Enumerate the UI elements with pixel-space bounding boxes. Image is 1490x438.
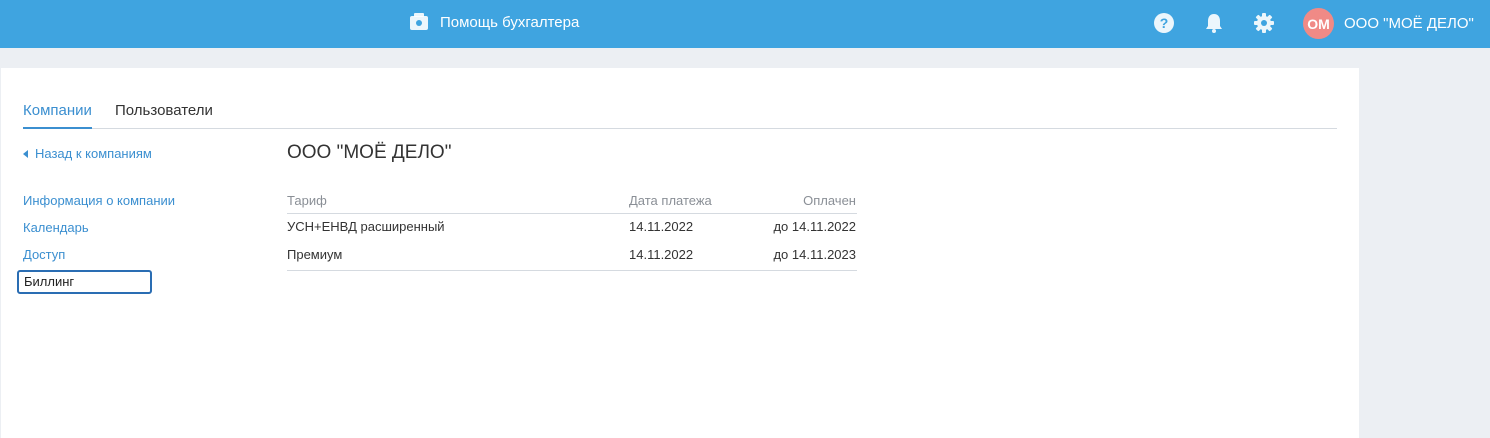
side-menu-calendar[interactable]: Календарь xyxy=(23,220,89,235)
avatar: ОМ xyxy=(1303,8,1334,39)
column-header-tariff: Тариф xyxy=(287,193,327,208)
gear-icon[interactable] xyxy=(1253,12,1275,34)
column-header-payment-date: Дата платежа xyxy=(629,193,712,208)
back-to-companies-link[interactable]: Назад к компаниям xyxy=(23,146,152,161)
column-header-paid: Оплачен xyxy=(803,193,856,208)
user-menu[interactable]: ОМ ООО "МОЁ ДЕЛО" xyxy=(1303,8,1474,39)
tab-users[interactable]: Пользователи xyxy=(115,102,213,127)
bell-icon[interactable] xyxy=(1203,12,1225,34)
tab-companies[interactable]: Компании xyxy=(23,102,92,129)
tabs: Компании Пользователи xyxy=(23,102,1337,129)
top-bar: Помощь бухгалтера ? ОМ ООО "МОЁ ДЕЛО" xyxy=(0,0,1490,48)
svg-text:?: ? xyxy=(1160,15,1169,31)
table-header: Тариф Дата платежа Оплачен xyxy=(287,188,857,214)
chevron-left-icon xyxy=(23,149,28,158)
company-title: ООО "МОЁ ДЕЛО" xyxy=(287,142,452,163)
side-menu-access[interactable]: Доступ xyxy=(23,247,65,262)
back-link-label: Назад к компаниям xyxy=(35,146,152,161)
accountant-help-icon xyxy=(410,13,428,30)
accountant-help-label: Помощь бухгалтера xyxy=(440,13,580,31)
paid-until-cell: до 14.11.2023 xyxy=(773,247,856,262)
user-name: ООО "МОЁ ДЕЛО" xyxy=(1344,15,1474,32)
table-row: УСН+ЕНВД расширенный 14.11.2022 до 14.11… xyxy=(287,214,857,242)
paid-until-cell: до 14.11.2022 xyxy=(773,219,856,234)
accountant-help-button[interactable]: Помощь бухгалтера xyxy=(409,11,579,33)
side-menu-company-info[interactable]: Информация о компании xyxy=(23,193,175,208)
help-icon[interactable]: ? xyxy=(1153,12,1175,34)
side-menu-billing[interactable]: Биллинг xyxy=(17,270,152,294)
payment-date-cell: 14.11.2022 xyxy=(629,219,694,234)
main-card: Компании Пользователи Назад к компаниям … xyxy=(1,68,1359,438)
tariff-cell: УСН+ЕНВД расширенный xyxy=(287,219,445,234)
billing-table: Тариф Дата платежа Оплачен УСН+ЕНВД расш… xyxy=(287,188,857,271)
table-row: Премиум 14.11.2022 до 14.11.2023 xyxy=(287,242,857,271)
payment-date-cell: 14.11.2022 xyxy=(629,247,694,262)
tariff-cell: Премиум xyxy=(287,247,343,262)
